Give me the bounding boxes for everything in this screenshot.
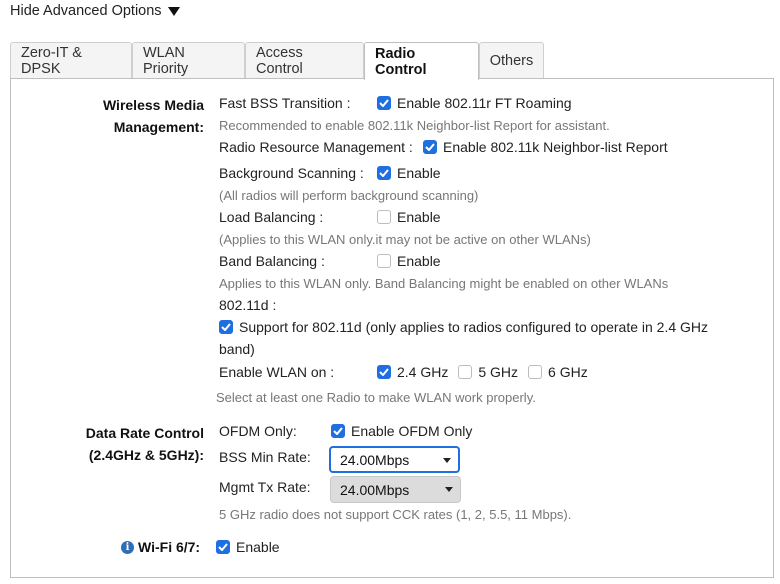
enable-wlan-hint: Select at least one Radio to make WLAN w… (216, 390, 536, 405)
band-5ghz-checkbox[interactable] (458, 365, 473, 379)
rrm-checkbox-label: Enable 802.11k Neighbor-list Report (443, 139, 668, 155)
band-balancing-label: Band Balancing : (219, 253, 325, 269)
bg-scan-checkbox-label: Enable (397, 165, 441, 181)
mgmt-tx-rate-select: 24.00Mbps (330, 476, 461, 503)
band-balancing-row: Band Balancing : Enable (219, 253, 441, 269)
load-balancing-checkbox[interactable] (377, 210, 391, 224)
tab-label: WLAN Priority (143, 45, 189, 77)
info-icon[interactable]: i (121, 540, 134, 554)
tab-access-control[interactable]: Access Control (245, 42, 364, 79)
bg-scan-hint: (All radios will perform background scan… (219, 188, 479, 203)
band-balancing-checkbox[interactable] (377, 254, 391, 268)
rrm-checkbox[interactable] (423, 140, 437, 154)
fast-bss-hint: Recommended to enable 802.11k Neighbor-l… (219, 118, 610, 133)
ofdm-row: OFDM Only: Enable OFDM Only (219, 423, 472, 439)
wifi67-checkbox[interactable] (216, 540, 230, 554)
chevron-down-icon (443, 458, 451, 463)
wireless-media-label: Wireless Media Management: (24, 94, 204, 138)
dot11d-checkbox[interactable] (219, 320, 233, 334)
bg-scan-row: Background Scanning : Enable (219, 165, 441, 181)
data-rate-label-line2: (2.4GHz & 5GHz): (88, 447, 204, 463)
band-balancing-checkbox-label: Enable (397, 253, 441, 269)
bg-scan-checkbox[interactable] (377, 166, 391, 180)
load-balancing-checkbox-label: Enable (397, 209, 441, 225)
mgmt-tx-rate-label-row: Mgmt Tx Rate: (219, 479, 311, 495)
load-balancing-label: Load Balancing : (219, 209, 324, 225)
tab-bar: Zero-IT & DPSK WLAN Priority Access Cont… (10, 42, 544, 80)
wifi67-label-row: i Wi-Fi 6/7: (121, 539, 200, 555)
band-6ghz-checkbox[interactable] (528, 365, 543, 379)
band-2-4ghz-label: 2.4 GHz (397, 364, 449, 380)
band-6ghz-label: 6 GHz (548, 364, 588, 380)
dot11d-label: 802.11d : (219, 297, 277, 313)
ofdm-checkbox[interactable] (331, 424, 345, 438)
load-balancing-row: Load Balancing : Enable (219, 209, 441, 225)
tab-label: Others (489, 53, 534, 69)
ofdm-label: OFDM Only: (219, 423, 297, 439)
mgmt-tx-rate-label: Mgmt Tx Rate: (219, 479, 311, 495)
ofdm-checkbox-label: Enable OFDM Only (351, 423, 473, 439)
mgmt-tx-rate-value: 24.00Mbps (340, 481, 410, 498)
wifi67-label: Wi-Fi 6/7: (138, 539, 201, 555)
radio-control-panel: Wireless Media Management: Fast BSS Tran… (10, 78, 774, 578)
fast-bss-label: Fast BSS Transition : (219, 95, 351, 111)
fast-bss-checkbox-label: Enable 802.11r FT Roaming (397, 95, 572, 111)
band-balancing-hint: Applies to this WLAN only. Band Balancin… (219, 276, 669, 291)
tab-zero-it-dpsk[interactable]: Zero-IT & DPSK (10, 42, 132, 79)
hide-advanced-options-toggle[interactable]: Hide Advanced Options (10, 3, 180, 19)
data-rate-label: Data Rate Control (2.4GHz & 5GHz): (4, 422, 204, 466)
band-5ghz-label: 5 GHz (478, 364, 519, 380)
advanced-toggle-label: Hide Advanced Options (10, 3, 162, 19)
dot11d-checkbox-label-line2: band) (219, 341, 255, 357)
fast-bss-row: Fast BSS Transition : Enable 802.11r FT … (219, 95, 572, 111)
fast-bss-checkbox[interactable] (377, 96, 391, 110)
tab-others[interactable]: Others (479, 42, 544, 79)
bss-min-rate-label: BSS Min Rate: (219, 449, 311, 465)
dot11d-row: 802.11d : (219, 297, 276, 313)
data-rate-label-line1: Data Rate Control (85, 425, 204, 441)
data-rate-hint: 5 GHz radio does not support CCK rates (… (219, 507, 572, 522)
bss-min-rate-select[interactable]: 24.00Mbps (329, 446, 460, 473)
wireless-media-label-line1: Wireless Media (102, 97, 204, 113)
enable-wlan-label: Enable WLAN on : (219, 364, 335, 380)
tab-label: Zero-IT & DPSK (21, 45, 82, 77)
tab-radio-control[interactable]: Radio Control (364, 42, 479, 80)
bg-scan-label: Background Scanning : (219, 165, 364, 181)
wifi67-row: Enable (216, 539, 280, 555)
tab-wlan-priority[interactable]: WLAN Priority (132, 42, 245, 79)
bss-min-rate-label-row: BSS Min Rate: (219, 449, 311, 465)
wireless-media-label-line2: Management: (113, 119, 204, 135)
wifi67-checkbox-label: Enable (236, 539, 280, 555)
chevron-down-icon (445, 487, 453, 492)
rrm-row: Radio Resource Management : Enable 802.1… (219, 139, 668, 155)
rrm-label: Radio Resource Management : (219, 139, 413, 155)
tab-label: Access Control (256, 45, 303, 77)
dot11d-checkbox-label-line2-row: band) (219, 341, 255, 357)
enable-wlan-row: Enable WLAN on : 2.4 GHz 5 GHz 6 GHz (219, 364, 588, 380)
bss-min-rate-value: 24.00Mbps (340, 451, 410, 468)
dot11d-checkbox-label-line1: Support for 802.11d (only applies to rad… (239, 319, 709, 335)
load-balancing-hint: (Applies to this WLAN only.it may not be… (219, 232, 591, 247)
tab-label: Radio Control (375, 45, 427, 78)
band-2-4ghz-checkbox[interactable] (377, 365, 391, 379)
triangle-down-icon (167, 6, 180, 16)
dot11d-checkbox-row: Support for 802.11d (only applies to rad… (219, 319, 708, 335)
